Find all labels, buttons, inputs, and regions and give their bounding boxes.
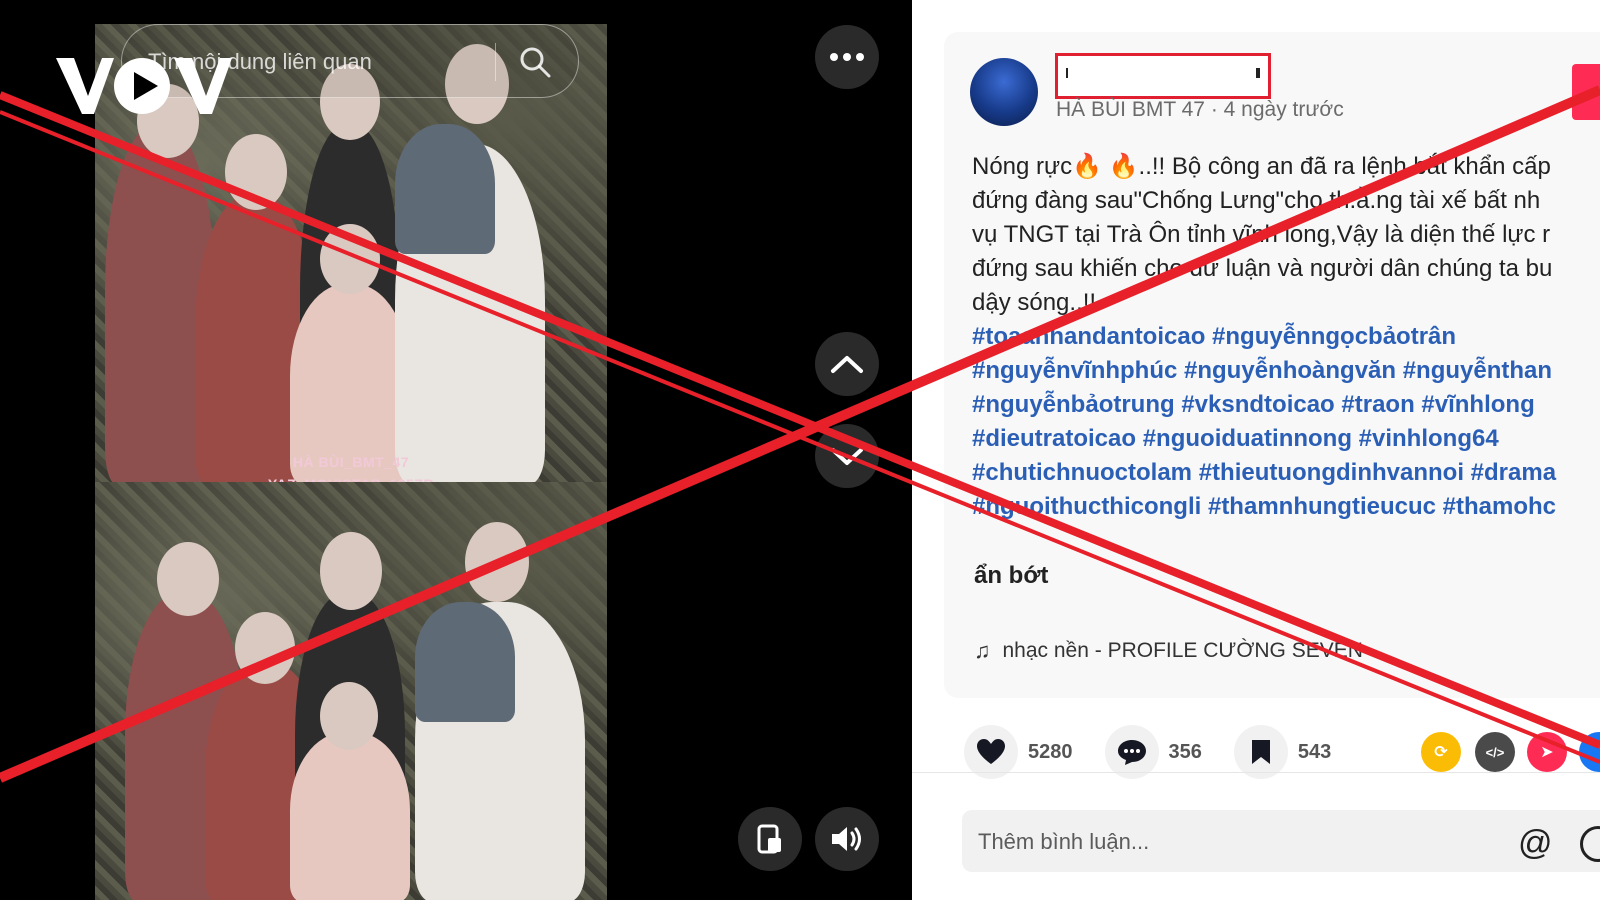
video-frame-bottom	[95, 482, 607, 900]
comment-button[interactable]: 356	[1104, 725, 1202, 779]
emoji-icon[interactable]	[1580, 826, 1600, 862]
hashtag-line[interactable]: #nguoithucthicongli #thamnhungtieucuc #t…	[972, 490, 1600, 524]
save-button[interactable]: 543	[1233, 725, 1332, 779]
description-line: Nóng rực🔥 🔥..!! Bộ công an đã ra lệnh bắ…	[972, 153, 1551, 180]
like-count: 5280	[1028, 740, 1073, 763]
share-icon: ➤	[1540, 744, 1554, 761]
description-line: đứng sau khiến cho dư luận và người dân …	[972, 255, 1553, 282]
search-divider	[495, 43, 496, 81]
share-more-button[interactable]	[1579, 732, 1600, 772]
share-button[interactable]: ➤	[1527, 732, 1567, 772]
post-panel: HÀ BÙI BMT 47 · 4 ngày trước Nóng rực🔥 🔥…	[912, 0, 1600, 900]
heart-icon	[977, 739, 1005, 764]
comment-box[interactable]: @	[962, 810, 1600, 874]
music-title[interactable]: nhạc nền - PROFILE CƯỜNG SEVEN	[1003, 639, 1363, 663]
chevron-down-icon	[831, 448, 863, 465]
hashtag-list: #toaanhandantoicao #nguyễnngọcbảotrân #n…	[972, 320, 1600, 524]
embed-icon: </>	[1485, 744, 1505, 760]
next-video-button[interactable]	[815, 424, 879, 488]
volume-button[interactable]	[815, 807, 879, 871]
hashtag-line[interactable]: #chutichnuoctolam #thieutuongdinhvannoi …	[972, 456, 1600, 490]
repost-button[interactable]: ⟳	[1421, 732, 1461, 772]
avatar[interactable]	[970, 58, 1038, 126]
bookmark-icon	[1251, 740, 1270, 764]
hashtag-line[interactable]: #toaanhandantoicao #nguyễnngọcbảotrân	[972, 320, 1600, 354]
hashtag-line[interactable]: #nguyễnvĩnhphúc #nguyễnhoàngvăn #nguyễnt…	[972, 354, 1600, 388]
redacted-author-name[interactable]	[1055, 53, 1271, 99]
more-options-button[interactable]	[815, 25, 879, 89]
video-panel: HÀ BÙI_BMT_47 YAZ_MOVISTAR_125ZR Tìm nội…	[0, 0, 912, 900]
hashtag-line[interactable]: #dieutratoicao #nguoiduatinnong #vinhlon…	[972, 422, 1600, 456]
search-icon[interactable]	[518, 45, 552, 79]
author-meta: HÀ BÙI BMT 47 · 4 ngày trước	[1056, 98, 1344, 121]
save-count: 543	[1297, 740, 1332, 763]
video-watermark-line1: HÀ BÙI_BMT_47	[292, 454, 410, 470]
show-less-link[interactable]: ẩn bớt	[974, 562, 1048, 590]
previous-video-button[interactable]	[815, 332, 879, 396]
description-line: vụ TNGT tại Trà Ôn tỉnh vĩnh long,Vậy là…	[972, 221, 1551, 248]
hashtag-line[interactable]: #nguyễnbảotrung #vksndtoicao #traon #vĩn…	[972, 388, 1600, 422]
music-link[interactable]: ♫ nhạc nền - PROFILE CƯỜNG SEVEN	[974, 638, 1363, 664]
comment-icon	[1117, 740, 1146, 765]
like-button[interactable]: 5280	[964, 725, 1073, 779]
vov-logo	[54, 52, 234, 127]
pip-icon	[757, 824, 781, 854]
pip-button[interactable]	[738, 807, 802, 871]
video-player[interactable]: HÀ BÙI_BMT_47 YAZ_MOVISTAR_125ZR	[95, 24, 607, 900]
embed-button[interactable]: </>	[1475, 732, 1515, 772]
comment-count: 356	[1168, 740, 1202, 763]
divider	[912, 772, 1600, 773]
description-line: dậy sóng..!!	[972, 289, 1097, 316]
more-icon	[830, 53, 864, 61]
description-line: đứng đàng sau"Chống Lưng"cho th.ằ.ng tài…	[972, 187, 1541, 214]
repost-icon: ⟳	[1434, 744, 1448, 761]
volume-icon	[832, 827, 861, 851]
music-note-icon: ♫	[974, 638, 991, 663]
post-description: Nóng rực🔥 🔥..!! Bộ công an đã ra lệnh bắ…	[972, 150, 1600, 320]
chevron-up-icon	[831, 356, 863, 373]
follow-button[interactable]	[1572, 64, 1600, 120]
comment-input[interactable]	[976, 810, 1480, 874]
at-icon[interactable]: @	[1518, 824, 1553, 863]
